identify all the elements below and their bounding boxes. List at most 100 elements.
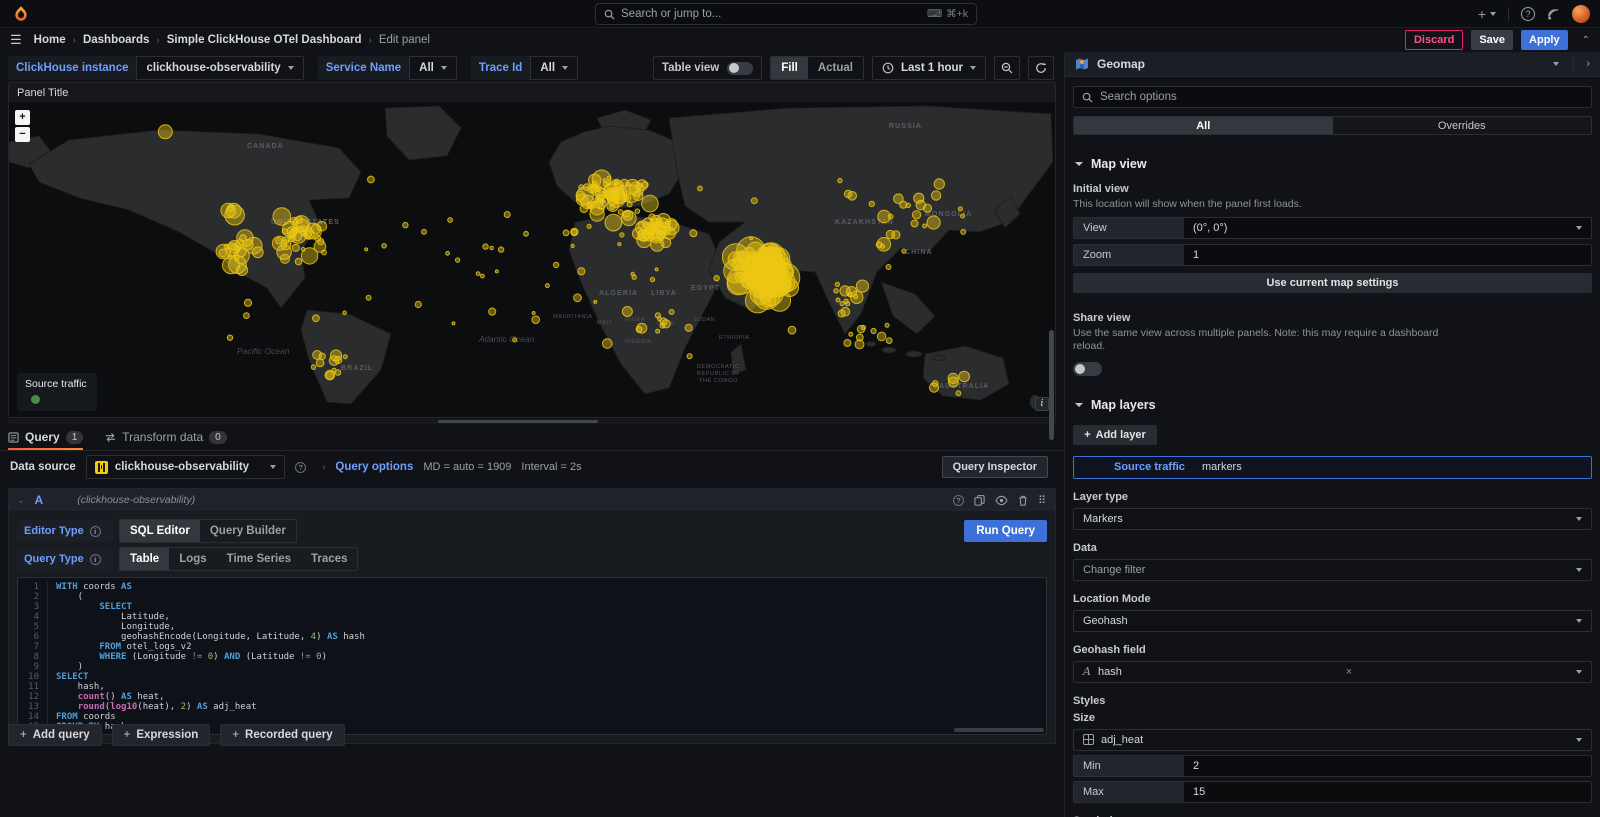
collapse-chevron-icon[interactable]: ⌃ — [1582, 35, 1590, 46]
query-help-icon[interactable]: ? — [953, 495, 964, 506]
chevron-down-icon[interactable]: ⌄ — [17, 495, 25, 506]
chevron-down-icon — [1490, 12, 1496, 16]
map-attribution-button[interactable]: i — [1035, 397, 1049, 411]
apply-button[interactable]: Apply — [1521, 30, 1568, 50]
trash-icon[interactable] — [1018, 495, 1028, 506]
size-field-select[interactable]: adj_heat — [1073, 729, 1592, 751]
hide-response-eye-icon[interactable] — [995, 495, 1008, 506]
variable-value-service-name[interactable]: All — [409, 56, 457, 80]
discard-button[interactable]: Discard — [1405, 30, 1463, 50]
datasource-picker[interactable]: clickhouse-observability — [86, 455, 285, 479]
collapse-pane-icon[interactable]: › — [1573, 58, 1590, 70]
query-icon — [8, 432, 19, 443]
grafana-logo[interactable] — [12, 5, 30, 23]
query-type-table[interactable]: Table — [120, 548, 169, 570]
run-query-button[interactable]: Run Query — [964, 520, 1047, 542]
query-options-toggle[interactable]: Query options — [335, 461, 413, 473]
chevron-right-icon: › — [322, 462, 325, 473]
map-zoom-in-button[interactable]: + — [15, 110, 30, 125]
geomap-canvas[interactable]: RUSSIACANADAUNITED STATESKAZAKHSTANMONGO… — [9, 102, 1055, 417]
map-layers-section-header[interactable]: Map layers — [1073, 398, 1592, 412]
query-type-traces[interactable]: Traces — [301, 548, 357, 570]
query-row-header[interactable]: ⌄ A (clickhouse-observability) ? ⠿ — [9, 489, 1055, 511]
add-query-button[interactable]: +Add query — [8, 724, 102, 746]
clear-icon[interactable]: × — [1346, 666, 1352, 678]
layer-item-source-traffic[interactable]: Source traffic markers — [1073, 456, 1592, 479]
search-placeholder: Search or jump to... — [621, 8, 921, 20]
refresh-button[interactable] — [1028, 56, 1054, 80]
map-marker — [635, 209, 640, 214]
table-view-switch[interactable] — [727, 62, 753, 75]
map-zoom-out-button[interactable]: − — [15, 127, 30, 142]
max-input[interactable]: 15 — [1184, 782, 1591, 802]
global-search-input[interactable]: Search or jump to... ⌨⌘+k — [595, 3, 977, 25]
variable-value-clickhouse-instance[interactable]: clickhouse-observability — [136, 56, 303, 80]
query-count-badge: 1 — [66, 431, 84, 444]
add-layer-button[interactable]: +Add layer — [1073, 425, 1157, 445]
editor-scrollbar[interactable] — [954, 728, 1044, 732]
recorded-query-button[interactable]: +Recorded query — [220, 724, 344, 746]
share-view-toggle[interactable] — [1073, 362, 1102, 376]
sql-editor-option[interactable]: SQL Editor — [120, 520, 200, 542]
map-marker — [902, 249, 906, 253]
query-type-logs[interactable]: Logs — [169, 548, 216, 570]
map-marker — [927, 216, 940, 229]
tab-overrides[interactable]: Overrides — [1333, 117, 1592, 134]
query-type-time-series[interactable]: Time Series — [217, 548, 301, 570]
visualization-picker-header[interactable]: Geomap › — [1065, 52, 1600, 77]
use-current-map-settings-button[interactable]: Use current map settings — [1073, 273, 1592, 293]
panel-title[interactable]: Panel Title — [9, 83, 1055, 102]
breadcrumb-dashboards[interactable]: Dashboards — [83, 34, 149, 46]
view-select[interactable]: (0°, 0°) — [1184, 218, 1591, 238]
duplicate-icon[interactable] — [974, 495, 985, 506]
map-view-section-header[interactable]: Map view — [1073, 157, 1592, 171]
save-button[interactable]: Save — [1471, 30, 1513, 50]
tab-all[interactable]: All — [1074, 117, 1333, 134]
news-icon[interactable] — [1547, 8, 1560, 21]
map-marker — [579, 185, 584, 190]
help-icon[interactable]: ? — [1521, 7, 1535, 21]
data-filter-select[interactable]: Change filter — [1073, 559, 1592, 581]
geohash-field-select[interactable]: A hash × — [1073, 661, 1592, 683]
location-mode-select[interactable]: Geohash — [1073, 610, 1592, 632]
map-marker — [836, 298, 840, 302]
time-range-picker[interactable]: Last 1 hour — [872, 56, 986, 80]
breadcrumb-dashboard-name[interactable]: Simple ClickHouse OTel Dashboard — [167, 34, 362, 46]
map-marker — [900, 201, 907, 208]
min-input[interactable]: 2 — [1184, 756, 1591, 776]
zoom-input[interactable]: 1 — [1184, 245, 1591, 265]
hamburger-menu-icon[interactable]: ☰ — [10, 32, 22, 48]
map-marker — [227, 335, 232, 340]
data-label: Data — [1073, 542, 1592, 554]
map-marker — [513, 338, 517, 342]
sql-code-editor[interactable]: 1WITH coords AS2 (3 SELECT4 Latitude,5 L… — [17, 577, 1047, 735]
map-label: BRAZIL — [341, 365, 373, 372]
map-marker — [845, 302, 849, 306]
map-marker — [856, 334, 863, 341]
map-label: MAURITANIA — [553, 314, 593, 320]
map-marker — [621, 211, 636, 226]
breadcrumb-home[interactable]: Home — [34, 34, 66, 46]
map-marker — [403, 222, 408, 227]
query-type-segment: Table Logs Time Series Traces — [119, 547, 358, 571]
zoom-out-time-button[interactable] — [994, 56, 1020, 80]
map-marker — [631, 272, 634, 275]
chevron-down-icon[interactable] — [1553, 62, 1559, 66]
layer-type-select[interactable]: Markers — [1073, 508, 1592, 530]
fill-option[interactable]: Fill — [771, 57, 808, 79]
add-menu-button[interactable]: + — [1478, 6, 1496, 22]
tab-transform-data[interactable]: Transform data 0 — [105, 424, 226, 450]
avatar[interactable] — [1572, 5, 1590, 23]
actual-option[interactable]: Actual — [808, 57, 863, 79]
datasource-help-icon[interactable]: ? — [295, 462, 306, 473]
sql-line: 2 ( — [18, 592, 1046, 602]
tab-query[interactable]: Query 1 — [8, 424, 83, 450]
variable-value-trace-id[interactable]: All — [530, 56, 578, 80]
map-marker — [892, 231, 900, 239]
expression-button[interactable]: +Expression — [112, 724, 211, 746]
query-inspector-button[interactable]: Query Inspector — [942, 456, 1048, 478]
query-builder-option[interactable]: Query Builder — [200, 520, 296, 542]
table-view-toggle[interactable]: Table view — [653, 56, 762, 80]
drag-handle-icon[interactable]: ⠿ — [1038, 494, 1047, 507]
options-search-input[interactable]: Search options — [1073, 86, 1592, 108]
